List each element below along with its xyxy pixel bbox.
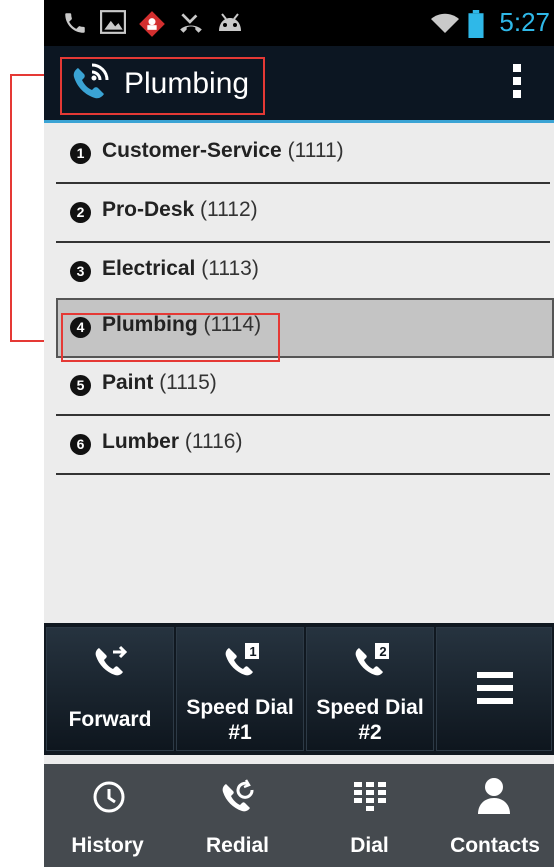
nav-redial-label: Redial	[205, 834, 270, 857]
queue-number-badge: 6	[70, 434, 91, 455]
queue-name: Paint	[102, 371, 154, 394]
call-forward-icon	[91, 642, 131, 687]
queue-number-badge: 2	[70, 202, 91, 223]
annotation-highlight-selected-queue	[61, 313, 280, 362]
phone-icon	[62, 10, 88, 36]
speed-dial-2-badge: 2	[379, 644, 387, 659]
annotation-highlight-title	[60, 57, 265, 115]
alert-app-icon	[138, 10, 166, 37]
list-item[interactable]: 6 Lumber (1116)	[56, 416, 550, 475]
missed-call-icon	[178, 10, 204, 36]
queue-extension: (1115)	[159, 371, 217, 394]
phone-screen: 5:27 Plumbing 1 Customer-Service (1111) …	[44, 0, 554, 867]
speed-dial-1-badge: 1	[249, 644, 257, 659]
more-menu-button[interactable]	[436, 627, 552, 751]
battery-icon	[468, 10, 484, 38]
nav-contacts-label: Contacts	[450, 834, 540, 857]
queue-name: Electrical	[102, 257, 196, 280]
queue-extension: (1113)	[201, 257, 259, 280]
annotation-connector-vertical	[10, 74, 12, 342]
speed-dial-1-label-line2: #1	[228, 721, 252, 744]
list-item[interactable]: 5 Paint (1115)	[56, 357, 550, 416]
action-bar-divider	[44, 120, 554, 123]
android-debug-icon	[216, 10, 244, 36]
forward-label: Forward	[68, 708, 152, 731]
status-bar: 5:27	[44, 0, 554, 46]
queue-name: Pro-Desk	[102, 198, 195, 221]
nav-history[interactable]: History	[44, 764, 171, 867]
speed-dial-1-button[interactable]: 1 Speed Dial #1	[176, 627, 304, 751]
clock-icon	[92, 780, 126, 819]
dialpad-icon	[352, 780, 388, 819]
overflow-menu-icon[interactable]	[506, 64, 528, 104]
hamburger-icon	[477, 672, 513, 709]
queue-name: Customer-Service	[102, 139, 282, 162]
queue-extension: (1111)	[287, 139, 344, 162]
nav-dial[interactable]: Dial	[306, 764, 433, 867]
list-item[interactable]: 3 Electrical (1113)	[56, 243, 550, 302]
clock-time: 5:27	[499, 7, 550, 37]
nav-contacts[interactable]: Contacts	[436, 764, 554, 867]
redial-icon	[218, 778, 258, 821]
speed-dial-2-label-line1: Speed Dial	[316, 696, 424, 719]
queue-extension: (1116)	[184, 430, 243, 453]
speed-dial-2-icon: 2	[351, 640, 393, 687]
nav-redial[interactable]: Redial	[174, 764, 301, 867]
nav-dial-label: Dial	[350, 834, 389, 857]
queue-number-badge: 1	[70, 143, 91, 164]
queue-number-badge: 3	[70, 261, 91, 282]
speed-dial-1-label-line1: Speed Dial	[186, 696, 294, 719]
queue-name: Lumber	[102, 430, 180, 453]
contact-person-icon	[476, 776, 512, 821]
image-icon	[100, 10, 126, 36]
list-item[interactable]: 1 Customer-Service (1111)	[56, 125, 550, 184]
list-item[interactable]: 2 Pro-Desk (1112)	[56, 184, 550, 243]
queue-number-badge: 5	[70, 375, 91, 396]
queue-extension: (1112)	[200, 198, 258, 221]
nav-history-label: History	[71, 834, 144, 857]
wifi-icon	[430, 10, 460, 36]
speed-dial-1-icon: 1	[221, 640, 263, 687]
speed-dial-2-label-line2: #2	[358, 721, 382, 744]
speed-dial-2-button[interactable]: 2 Speed Dial #2	[306, 627, 434, 751]
forward-button[interactable]: Forward	[46, 627, 174, 751]
